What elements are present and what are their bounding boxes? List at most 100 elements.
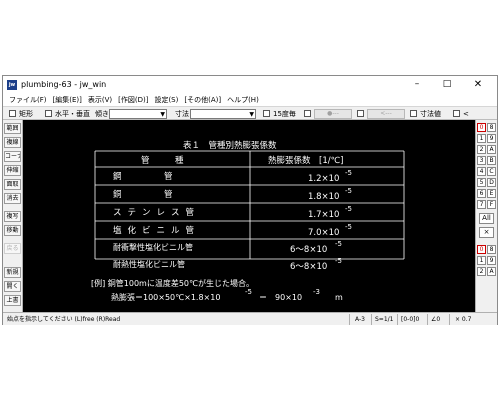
tool-erase[interactable]: 消去 xyxy=(4,193,21,204)
tool-offset[interactable]: 複線 xyxy=(4,137,21,148)
layer-button[interactable]: B xyxy=(487,156,496,165)
layer-button[interactable]: 1 xyxy=(477,134,486,143)
tool-range[interactable]: 範囲 xyxy=(4,123,21,134)
row-coef-exponent: -5 xyxy=(345,187,352,195)
layer-button[interactable]: 0 xyxy=(477,123,486,132)
group-button[interactable]: 9 xyxy=(487,256,496,265)
example-result: ＝ 90×10 xyxy=(259,293,302,302)
status-divider xyxy=(397,314,398,325)
row-pipe-label: 耐衝撃性塩化ビニル管 xyxy=(113,242,193,252)
lt-label: < xyxy=(463,110,469,118)
row-coef-value: 6〜8×10 xyxy=(290,262,327,272)
dim-value-label: 寸法値 xyxy=(420,110,441,118)
status-zoom[interactable]: × 0.7 xyxy=(455,314,471,325)
hv-checkbox[interactable] xyxy=(45,110,52,117)
close-button[interactable]: ✕ xyxy=(464,77,492,92)
tool-corner[interactable]: コーナー xyxy=(4,151,21,162)
group-button[interactable]: 8 xyxy=(487,245,496,254)
group-button[interactable]: 2 xyxy=(477,267,486,276)
tool-undo[interactable]: 戻る xyxy=(4,243,21,254)
menu-draw[interactable]: [作図(D)] xyxy=(115,94,151,106)
status-scale[interactable]: S=1/1 xyxy=(375,314,394,325)
dim-value-checkbox[interactable] xyxy=(410,110,417,117)
layer-panel: 0 8 1 9 2 A 3 B 4 C 5 D 6 E 7 F All × 0 … xyxy=(475,120,497,312)
tool-move[interactable]: 移動 xyxy=(4,225,21,236)
arrow-checkbox[interactable] xyxy=(357,110,364,117)
status-bar: 始点を指示してください (L)free (R)Read A-3 S=1/1 [0… xyxy=(3,312,497,325)
row-coef-exponent: -5 xyxy=(345,223,352,231)
header-pipe-type: 管 種 xyxy=(141,155,184,166)
group-button[interactable]: 0 xyxy=(477,245,486,254)
hv-label: 水平・垂直 xyxy=(55,110,90,118)
row-coef-value: 7.0×10 xyxy=(308,228,339,238)
status-angle[interactable]: ∠0 xyxy=(431,314,440,325)
drawing-canvas[interactable]: 表１ 管種別熱膨張係数 管 種 熱膨張係数 [1/℃] 鋼 管 1.2×10 -… xyxy=(23,120,475,312)
all-layers-button[interactable]: All xyxy=(479,213,494,224)
row-pipe-label: 銅 管 xyxy=(113,189,173,200)
menu-edit[interactable]: [編集(E)] xyxy=(50,94,85,106)
layer-button[interactable]: 2 xyxy=(477,145,486,154)
slope-combo[interactable]: ▼ xyxy=(109,109,167,119)
layer-button[interactable]: 4 xyxy=(477,167,486,176)
status-prompt: 始点を指示してください (L)free (R)Read xyxy=(7,316,121,323)
menu-file[interactable]: ファイル(F) xyxy=(6,94,50,106)
window-title: plumbing-63 - jw_win xyxy=(21,80,107,89)
table-title: 表１ 管種別熱膨張係数 xyxy=(183,140,277,151)
layer-button[interactable]: 9 xyxy=(487,134,496,143)
deg15-label: 15度毎 xyxy=(273,110,296,118)
example-formula-exponent: -5 xyxy=(245,288,252,296)
dropdown-arrow-icon: ▼ xyxy=(160,111,165,118)
row-coef-value: 1.7×10 xyxy=(308,210,339,220)
menu-view[interactable]: 表示(V) xyxy=(85,94,115,106)
deg15-checkbox[interactable] xyxy=(263,110,270,117)
rect-checkbox[interactable] xyxy=(9,110,16,117)
layer-button[interactable]: F xyxy=(487,200,496,209)
row-pipe-label: 耐熱性塩化ビニル管 xyxy=(113,259,185,269)
group-button[interactable]: 1 xyxy=(477,256,486,265)
status-layer[interactable]: [0-0]0 xyxy=(401,314,419,325)
example-result-exponent: -3 xyxy=(313,288,320,296)
layer-close-button[interactable]: × xyxy=(479,227,494,238)
dots-button[interactable]: ●--- xyxy=(314,109,352,119)
row-coef-exponent: -5 xyxy=(335,257,342,265)
group-button[interactable]: A xyxy=(487,267,496,276)
dim-combo[interactable]: ▼ xyxy=(190,109,256,119)
maximize-button[interactable]: □ xyxy=(433,77,461,92)
layer-button[interactable]: D xyxy=(487,178,496,187)
slope-label: 傾き xyxy=(95,110,109,118)
tool-chamfer[interactable]: 面取 xyxy=(4,179,21,190)
example-unit: m xyxy=(335,293,343,302)
layer-button[interactable]: 5 xyxy=(477,178,486,187)
tool-copy[interactable]: 複写 xyxy=(4,211,21,222)
status-divider xyxy=(371,314,372,325)
arrow-button[interactable]: <--- xyxy=(367,109,405,119)
menu-other[interactable]: [その他(A)] xyxy=(181,94,224,106)
minimize-button[interactable]: – xyxy=(403,77,431,92)
dots-checkbox[interactable] xyxy=(304,110,311,117)
layer-button[interactable]: E xyxy=(487,189,496,198)
status-paper-size[interactable]: A-3 xyxy=(355,314,365,325)
row-coef-exponent: -5 xyxy=(345,205,352,213)
dropdown-arrow-icon: ▼ xyxy=(249,111,254,118)
layer-button[interactable]: C xyxy=(487,167,496,176)
menu-settings[interactable]: 設定(S) xyxy=(151,94,181,106)
rect-label: 矩形 xyxy=(19,110,33,118)
layer-button[interactable]: 3 xyxy=(477,156,486,165)
example-formula: 熱膨張＝100×50℃×1.8×10 xyxy=(111,292,220,302)
app-logo-icon: jw xyxy=(7,80,17,90)
tool-stretch[interactable]: 伸縮 xyxy=(4,165,21,176)
layer-button[interactable]: 7 xyxy=(477,200,486,209)
title-bar: jw plumbing-63 - jw_win – □ ✕ xyxy=(3,76,497,94)
layer-button[interactable]: A xyxy=(487,145,496,154)
lt-checkbox[interactable] xyxy=(453,110,460,117)
layer-button[interactable]: 8 xyxy=(487,123,496,132)
layer-button[interactable]: 6 xyxy=(477,189,486,198)
tool-new[interactable]: 新規 xyxy=(4,267,21,278)
row-coef-exponent: -5 xyxy=(345,169,352,177)
menu-bar: ファイル(F) [編集(E)] 表示(V) [作図(D)] 設定(S) [その他… xyxy=(3,94,497,106)
left-tool-panel: 範囲 複線 コーナー 伸縮 面取 消去 複写 移動 戻る 新規 開く 上書 xyxy=(3,120,23,312)
menu-help[interactable]: ヘルプ(H) xyxy=(224,94,262,106)
tool-overwrite[interactable]: 上書 xyxy=(4,295,21,306)
dim-label: 寸法 xyxy=(175,110,189,118)
tool-open[interactable]: 開く xyxy=(4,281,21,292)
